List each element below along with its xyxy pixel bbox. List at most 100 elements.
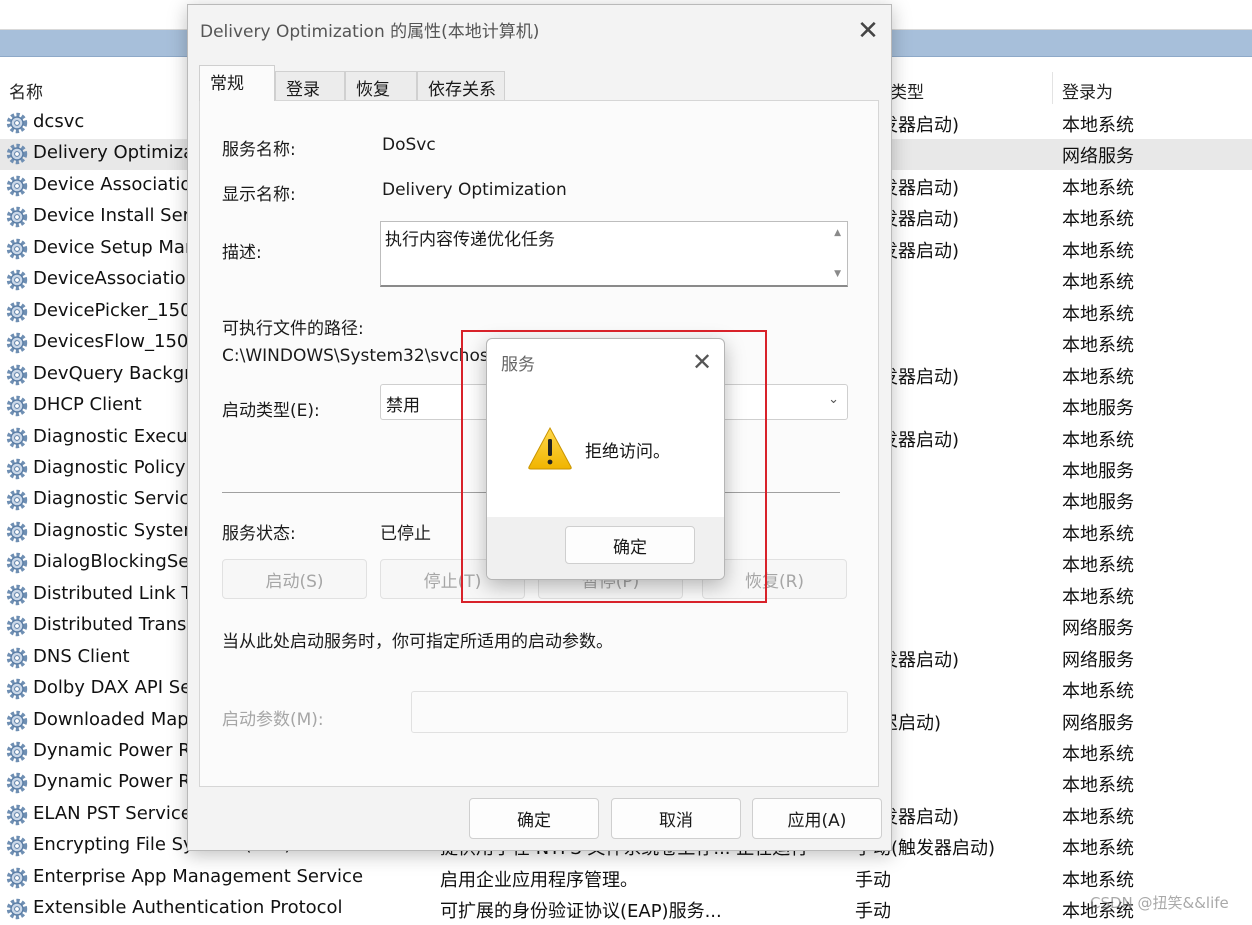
service-logon-cell: 本地系统 [1062,429,1134,451]
service-gear-icon [5,237,29,261]
close-icon: ✕ [691,348,713,376]
service-name-cell: Enterprise App Management Service [33,865,364,887]
watermark: CSDN @扭笑&&life [1090,894,1229,912]
service-gear-icon [5,677,29,701]
tab-recovery[interactable]: 恢复 [345,71,417,101]
service-gear-icon [5,205,29,229]
service-logon-cell: 本地系统 [1062,366,1134,388]
service-name-cell: Distributed Transac [33,614,208,636]
status-value: 已停止 [380,524,431,544]
service-logon-cell: 网络服务 [1062,649,1134,671]
service-startup-type-cell: 手动 [855,901,891,923]
service-logon-cell: 本地系统 [1062,177,1134,199]
ok-button[interactable]: 确定 [469,798,599,839]
chevron-down-icon: ⌄ [828,392,839,407]
service-gear-icon [5,646,29,670]
service-gear-icon [5,300,29,324]
service-name-cell: Device Association [33,173,203,195]
service-name-cell: Delivery Optimizat [33,142,202,164]
tab-dependencies[interactable]: 依存关系 [417,71,505,101]
close-icon: ✕ [857,16,879,46]
service-name-cell: DNS Client [33,645,130,667]
service-name-cell: Dynamic Power Re [33,740,202,761]
startup-params-label: 启动参数(M): [222,710,324,730]
table-row[interactable]: Enterprise App Management Service 启用企业应用程… [0,863,1252,894]
service-gear-icon [5,771,29,795]
tab-logon[interactable]: 登录 [275,71,345,101]
startup-params-input[interactable] [411,691,848,733]
apply-button[interactable]: 应用(A) [752,798,882,839]
path-value: C:\WINDOWS\System32\svchos [222,346,489,366]
startup-type-value: 禁用 [386,396,420,416]
messagebox-footer: 确定 [487,517,724,579]
service-logon-cell: 本地服务 [1062,460,1134,482]
service-name-cell: DevicesFlow_1507 [33,331,200,353]
messagebox-close-button[interactable]: ✕ [685,345,719,379]
service-gear-icon [5,740,29,764]
service-gear-icon [5,426,29,450]
service-logon-cell: 本地服务 [1062,398,1134,420]
service-logon-cell: 本地系统 [1062,209,1134,231]
service-logon-cell: 本地系统 [1062,775,1134,797]
path-label: 可执行文件的路径: [222,319,364,339]
service-gear-icon [5,866,29,890]
service-name-cell: DialogBlockingServ [33,551,208,573]
description-text: 执行内容传递优化任务 [385,230,555,250]
display-name-label: 显示名称: [222,185,296,205]
messagebox-text: 拒绝访问。 [585,442,670,462]
start-button[interactable]: 启动(S) [222,559,367,599]
display-name-value: Delivery Optimization [382,180,567,200]
service-logon-cell: 本地系统 [1062,303,1134,325]
service-name-cell: DevicePicker_1507 [33,299,203,321]
service-logon-cell: 本地系统 [1062,586,1134,608]
messagebox-ok-button[interactable]: 确定 [565,526,695,564]
messagebox-title: 服务 [501,355,535,375]
service-logon-cell: 网络服务 [1062,618,1134,640]
service-name-cell: Device Install Servi [33,205,206,227]
service-gear-icon [5,803,29,827]
column-header-name[interactable]: 名称 [9,78,43,103]
service-gear-icon [5,363,29,387]
service-name-cell: Diagnostic Executi [33,425,200,447]
service-logon-cell: 本地系统 [1062,838,1134,860]
dialog-title: Delivery Optimization 的属性(本地计算机) [200,22,540,42]
service-gear-icon [5,709,29,733]
cancel-button[interactable]: 取消 [611,798,741,839]
tab-general[interactable]: 常规 [199,65,275,101]
service-gear-icon [5,394,29,418]
dialog-close-button[interactable]: ✕ [848,11,888,51]
service-logon-cell: 本地系统 [1062,335,1134,357]
messagebox-body: 拒绝访问。 [487,383,724,517]
service-startup-type-cell: 手动 [855,869,891,891]
service-gear-icon [5,174,29,198]
service-description-cell: 启用企业应用程序管理。 [440,869,638,891]
column-header-type[interactable]: 类型 [890,78,924,103]
service-name-value: DoSvc [382,135,436,155]
service-gear-icon [5,268,29,292]
description-label: 描述: [222,243,262,263]
startup-type-label: 启动类型(E): [222,401,320,421]
service-name-cell: DHCP Client [33,394,142,416]
service-logon-cell: 本地系统 [1062,555,1134,577]
service-gear-icon [5,142,29,166]
service-gear-icon [5,897,29,921]
service-logon-cell: 本地系统 [1062,744,1134,765]
warning-icon [528,426,572,470]
service-name-cell: Diagnostic System [33,519,201,541]
column-divider[interactable] [1052,72,1053,104]
service-gear-icon [5,520,29,544]
service-name-cell: Dynamic Power Re [33,771,202,793]
service-name-cell: ELAN PST Service [33,802,192,824]
startup-params-hint: 当从此处启动服务时，你可指定所适用的启动参数。 [222,632,613,652]
scroll-up-icon[interactable]: ▲ [834,228,841,238]
service-gear-icon [5,583,29,607]
service-gear-icon [5,834,29,858]
service-name-cell: Extensible Authentication Protocol [33,897,343,919]
service-gear-icon [5,111,29,135]
table-row[interactable]: Extensible Authentication Protocol 可扩展的身份… [0,894,1252,925]
service-logon-cell: 网络服务 [1062,712,1134,734]
description-box[interactable]: 执行内容传递优化任务 ▲ ▼ [380,221,848,287]
column-header-logon[interactable]: 登录为 [1062,78,1113,103]
access-denied-messagebox: 服务 ✕ 拒绝访问。 确定 [486,338,725,580]
scroll-down-icon[interactable]: ▼ [834,269,841,279]
